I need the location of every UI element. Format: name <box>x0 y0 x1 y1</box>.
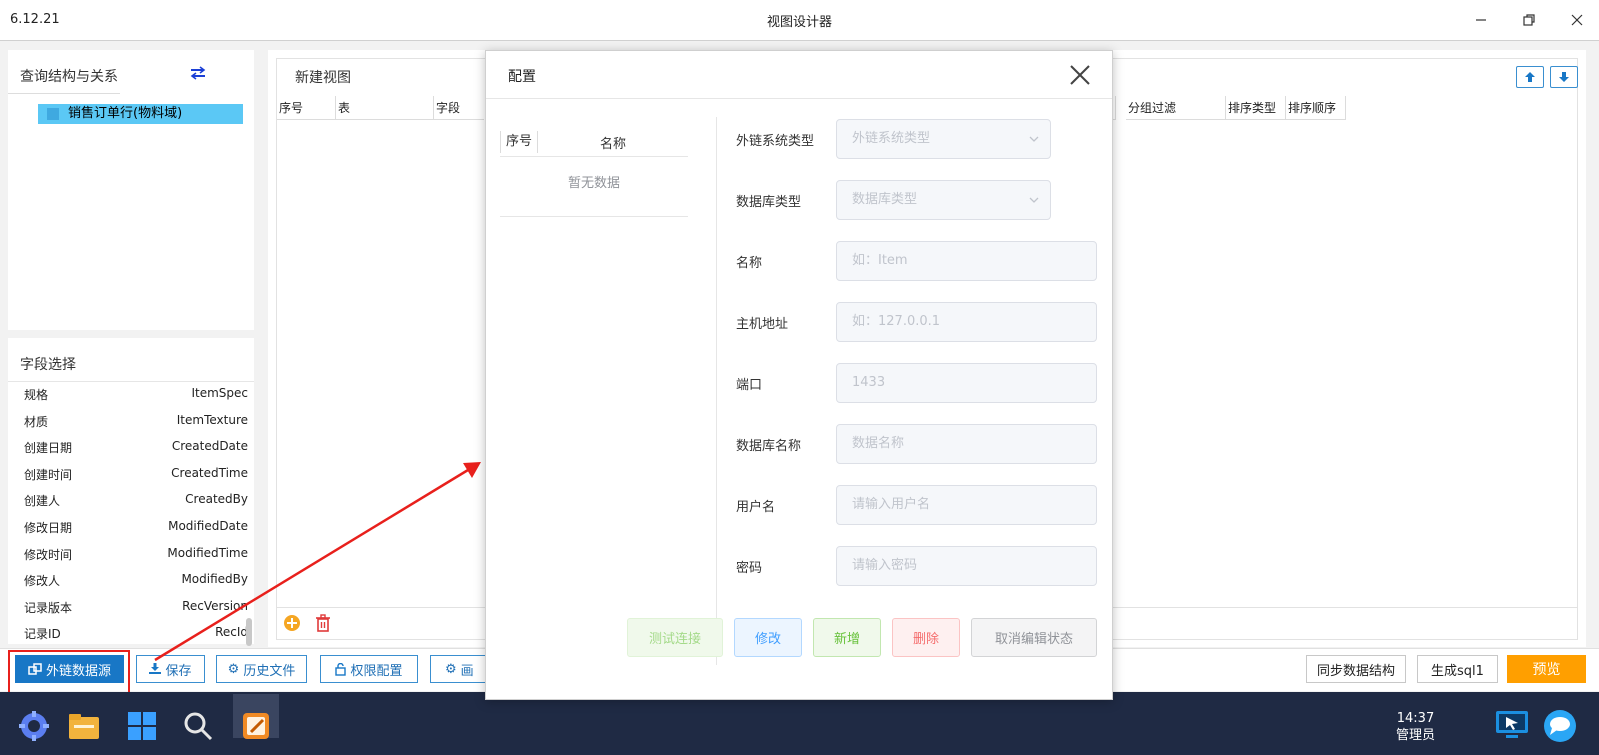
label-db-type: 数据库类型 <box>736 195 802 210</box>
add-button[interactable]: 新增 <box>813 618 881 657</box>
delete-button[interactable]: 删除 <box>892 618 960 657</box>
chevron-down-icon <box>1029 136 1039 142</box>
ext-system-type-select[interactable]: 外链系统类型 <box>836 119 1051 159</box>
db-name-input[interactable]: 数据名称 <box>836 424 1097 464</box>
label-username: 用户名 <box>736 500 776 515</box>
folder-icon[interactable] <box>66 708 102 744</box>
host-input[interactable]: 如：127.0.0.1 <box>836 302 1097 342</box>
password-input[interactable]: 请输入密码 <box>836 546 1097 586</box>
cancel-edit-button[interactable]: 取消编辑状态 <box>971 618 1097 657</box>
label-host: 主机地址 <box>736 317 789 332</box>
remote-desktop-icon[interactable] <box>1492 706 1532 746</box>
dialog-divider <box>716 117 717 665</box>
db-type-select[interactable]: 数据库类型 <box>836 180 1051 220</box>
test-connection-button[interactable]: 测试连接 <box>627 618 723 657</box>
editor-app-icon[interactable] <box>238 708 274 744</box>
close-icon[interactable] <box>1066 61 1094 89</box>
dialog-header: 配置 <box>486 51 1112 99</box>
label-db-name: 数据库名称 <box>736 439 802 454</box>
list-col-index: 序号 <box>500 131 538 153</box>
datasource-list-header: 序号 名称 <box>500 127 688 157</box>
label-ext-system-type: 外链系统类型 <box>736 134 815 149</box>
system-clock: 14:37 管理员 <box>1395 711 1435 743</box>
empty-list-text: 暂无数据 <box>500 161 688 217</box>
app-launcher-icon[interactable] <box>16 708 52 744</box>
label-name: 名称 <box>736 256 763 271</box>
search-icon[interactable] <box>180 708 216 744</box>
list-col-name: 名称 <box>600 137 627 152</box>
chat-app-icon[interactable] <box>1540 706 1580 746</box>
chevron-down-icon <box>1029 197 1039 203</box>
username-input[interactable]: 请输入用户名 <box>836 485 1097 525</box>
start-menu-icon[interactable] <box>124 708 160 744</box>
label-port: 端口 <box>736 378 763 393</box>
dialog-title: 配置 <box>508 69 536 85</box>
label-password: 密码 <box>736 561 763 576</box>
edit-button[interactable]: 修改 <box>734 618 802 657</box>
port-input[interactable]: 1433 <box>836 363 1097 403</box>
config-dialog: 配置 序号 名称 暂无数据 外链系统类型 外链系统类型 数据库类型 数据库类型 … <box>485 50 1113 700</box>
name-input[interactable]: 如：Item <box>836 241 1097 281</box>
